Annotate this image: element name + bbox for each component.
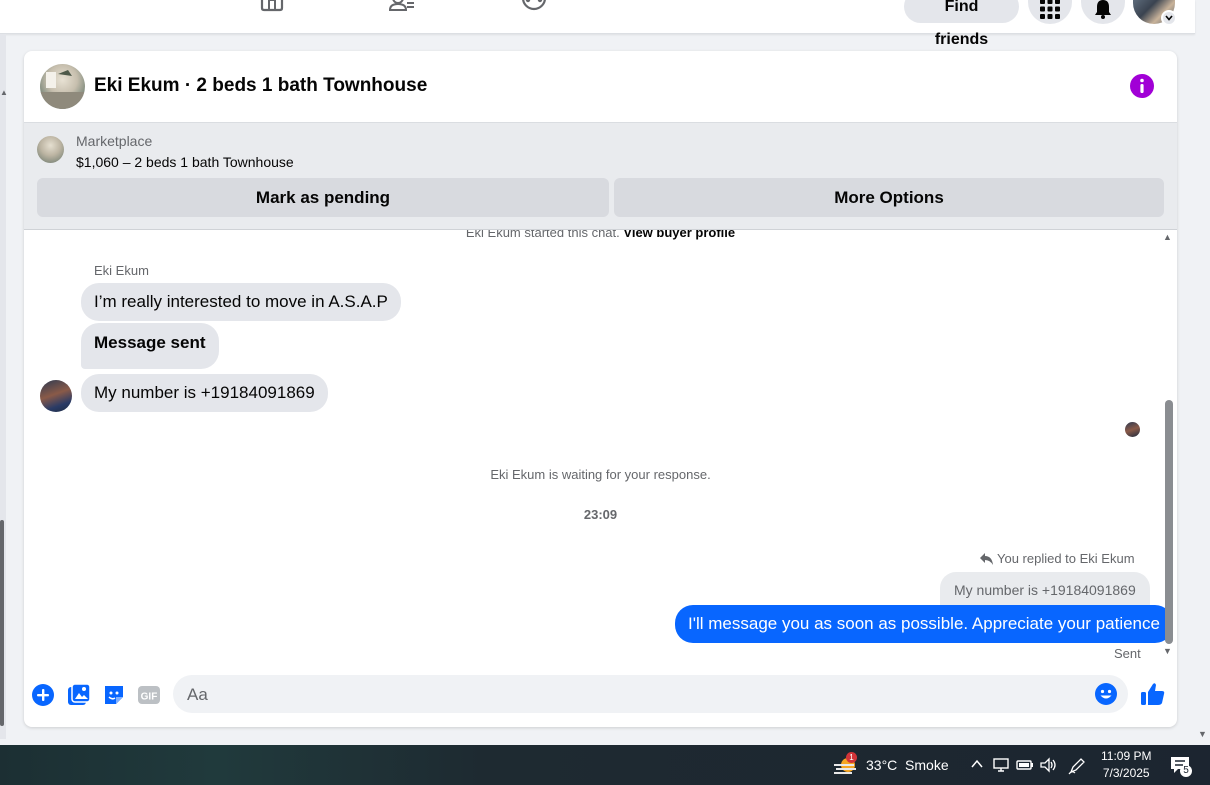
more-options-button[interactable]: More Options xyxy=(614,178,1164,217)
reply-arrow-icon xyxy=(980,553,993,565)
sender-avatar[interactable] xyxy=(40,380,72,412)
waiting-notice: Eki Ekum is waiting for your response. xyxy=(490,467,711,482)
read-receipt-avatar xyxy=(1125,422,1140,437)
message-composer[interactable] xyxy=(173,675,1128,715)
top-navigation: Find friends xyxy=(0,0,1195,48)
photo-gallery-icon[interactable] xyxy=(67,683,91,707)
info-icon[interactable] xyxy=(1130,74,1154,98)
plus-circle-icon[interactable] xyxy=(31,683,55,707)
chevron-down-icon xyxy=(1165,15,1173,21)
clock-time: 11:09 PM xyxy=(1101,749,1152,763)
message-status: Sent xyxy=(1114,646,1141,661)
scroll-down-icon[interactable]: ▼ xyxy=(1163,646,1172,656)
weather-alert-badge: 1 xyxy=(846,752,857,763)
weather-text[interactable]: 33°C Smoke xyxy=(866,757,949,773)
svg-text:GIF: GIF xyxy=(141,692,158,703)
account-menu-badge[interactable] xyxy=(1161,10,1177,26)
gif-icon[interactable]: GIF xyxy=(137,683,161,707)
chat-started-text: Eki Ekum started this chat. xyxy=(465,230,620,240)
chat-started-notice: Eki Ekum started this chat. View buyer p… xyxy=(24,230,1177,240)
home-icon[interactable] xyxy=(258,0,286,16)
left-scroll-thumb[interactable] xyxy=(0,520,4,726)
thumbs-up-icon[interactable] xyxy=(1140,681,1166,707)
listing-source: Marketplace xyxy=(76,133,153,149)
incoming-message[interactable]: I’m really interested to move in A.S.A.P xyxy=(81,283,401,321)
find-friends-button[interactable]: Find friends xyxy=(904,0,1019,48)
listing-banner: Marketplace $1,060 – 2 beds 1 bath Townh… xyxy=(24,123,1177,230)
sticker-icon[interactable] xyxy=(102,683,126,707)
emoji-icon[interactable] xyxy=(1095,683,1117,705)
system-clock[interactable]: 11:09 PM 7/3/2025 xyxy=(1101,748,1151,782)
groups-icon[interactable] xyxy=(520,0,548,16)
reply-label-text: You replied to Eki Ekum xyxy=(997,551,1135,566)
left-scroll-arrow-icon[interactable]: ▲ xyxy=(0,88,8,97)
message-timestamp: 23:09 xyxy=(583,507,618,522)
network-icon[interactable] xyxy=(992,757,1010,773)
message-scrollbar-thumb[interactable] xyxy=(1165,400,1173,644)
outgoing-message[interactable]: I'll message you as soon as possible. Ap… xyxy=(675,605,1173,643)
clock-date: 7/3/2025 xyxy=(1102,766,1150,780)
battery-icon[interactable] xyxy=(1016,757,1034,773)
chat-panel: Eki Ekum · 2 beds 1 bath Townhouse Marke… xyxy=(24,51,1177,727)
chat-header: Eki Ekum · 2 beds 1 bath Townhouse xyxy=(24,51,1177,123)
reply-label: You replied to Eki Ekum xyxy=(980,551,1135,566)
quoted-message[interactable]: My number is +19184091869 xyxy=(940,572,1150,608)
taskbar: 1 33°C Smoke 11:09 PM 7/3/2025 5 xyxy=(0,745,1210,785)
message-list: Eki Ekum started this chat. View buyer p… xyxy=(24,230,1177,664)
friends-icon[interactable] xyxy=(388,0,416,16)
notifications-button[interactable] xyxy=(1081,0,1125,24)
scroll-up-icon[interactable]: ▲ xyxy=(1163,232,1172,242)
sender-name: Eki Ekum xyxy=(94,263,149,278)
listing-title[interactable]: $1,060 – 2 beds 1 bath Townhouse xyxy=(76,154,294,170)
message-input[interactable] xyxy=(185,675,1089,715)
view-buyer-profile-link[interactable]: View buyer profile xyxy=(623,230,735,240)
notification-count: 5 xyxy=(1180,765,1192,777)
chat-title[interactable]: Eki Ekum · 2 beds 1 bath Townhouse xyxy=(94,75,427,97)
room-photo-icon xyxy=(40,70,85,109)
page-scroll-down-icon[interactable]: ▼ xyxy=(1198,729,1207,739)
listing-thumbnail[interactable] xyxy=(37,136,64,163)
chevron-up-icon[interactable] xyxy=(970,757,984,771)
incoming-message[interactable]: My number is +19184091869 xyxy=(81,374,328,412)
mark-as-pending-button[interactable]: Mark as pending xyxy=(37,178,609,217)
listing-avatar[interactable] xyxy=(40,64,85,109)
volume-icon[interactable] xyxy=(1040,757,1058,773)
menu-button[interactable] xyxy=(1028,0,1072,24)
grid-menu-icon xyxy=(1040,0,1060,20)
incoming-message[interactable]: Message sent xyxy=(81,323,219,369)
pen-icon[interactable] xyxy=(1068,757,1086,775)
bell-icon xyxy=(1095,0,1111,20)
